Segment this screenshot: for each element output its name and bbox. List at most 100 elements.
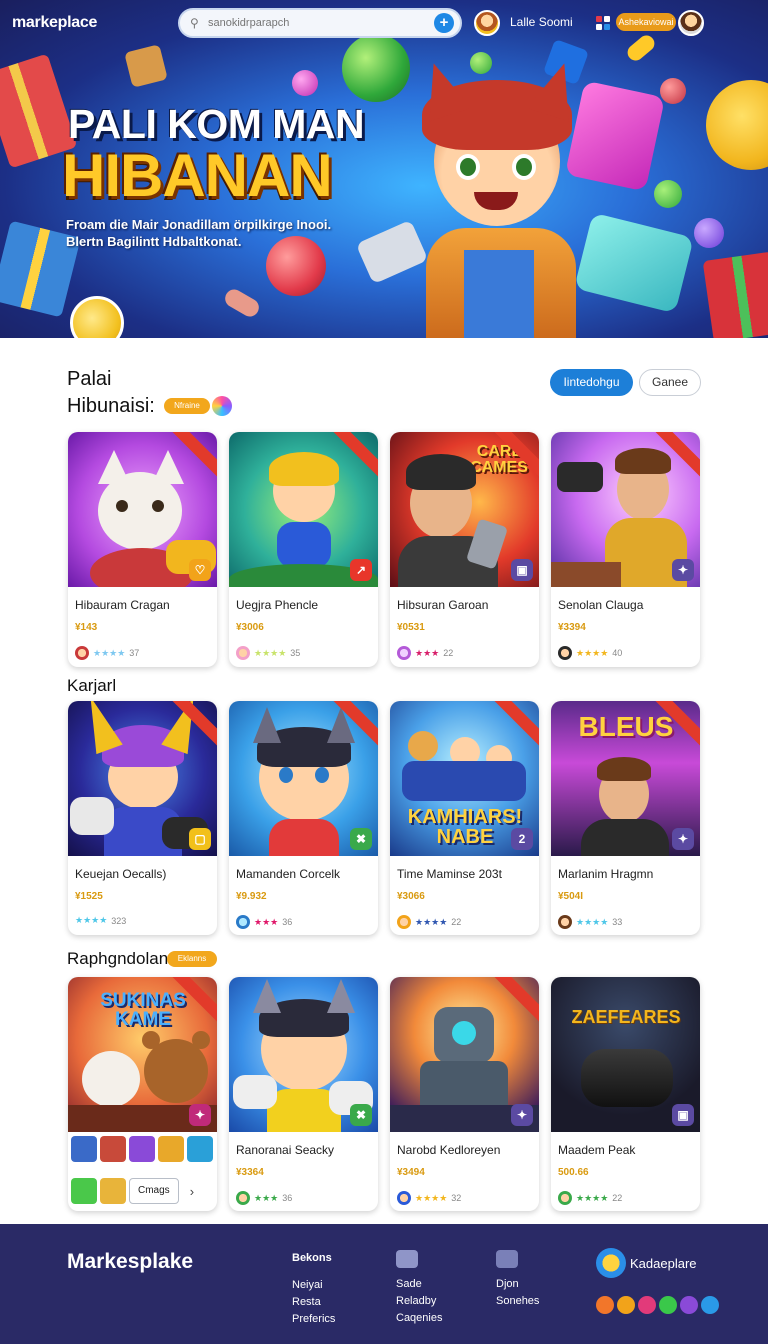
mini-thumbnail[interactable] [100, 1178, 126, 1204]
card-thumbnail[interactable]: ▢ [68, 701, 217, 856]
social-icon[interactable] [659, 1296, 677, 1314]
controller-icon [396, 1250, 418, 1268]
card-meta: ★★★ 22 [397, 646, 453, 660]
rating-count: 33 [612, 917, 623, 927]
card-title: Time Maminse 203t [397, 867, 502, 881]
rainbow-icon [212, 396, 232, 416]
more-images-button[interactable]: Cmags [129, 1178, 179, 1204]
footer-logo-text[interactable]: Kadaeplare [630, 1256, 697, 1271]
hero-banner: markeplace ⚲ + Lalle Soomi Ashekaviowai … [0, 0, 768, 338]
status-badge[interactable]: Ashekaviowai [616, 13, 676, 31]
rating-stars: ★★★★ [576, 1192, 609, 1203]
card-thumbnail[interactable]: ✦ [551, 432, 700, 587]
card-badge: ✖ [350, 828, 372, 850]
ball-icon [660, 78, 686, 104]
card-badge: ▣ [672, 1104, 694, 1126]
footer-link[interactable]: Djon [496, 1276, 539, 1293]
card-thumbnail[interactable]: ZAEFEARES ▣ [551, 977, 700, 1132]
search-icon: ⚲ [190, 16, 199, 30]
game-card[interactable]: SUKINAS KAME ✦ [68, 977, 217, 1211]
game-card[interactable]: BLEUS ✦ Marlanim Hragmn ¥504I ★★★★ 33 [551, 701, 700, 935]
social-icon[interactable] [680, 1296, 698, 1314]
game-card[interactable]: ✖ Mamanden Corcelk ¥9.932 ★★★ 36 [229, 701, 378, 935]
row-title-raphgndolan: Raphgndolan [67, 949, 169, 968]
card-price: ¥3006 [236, 622, 264, 633]
mini-thumbnail[interactable] [100, 1136, 126, 1162]
seller-avatar [397, 646, 411, 660]
profile-avatar[interactable] [678, 10, 704, 36]
footer-link[interactable]: Resta [292, 1294, 335, 1311]
card-thumbnail[interactable]: ✦ [390, 977, 539, 1132]
card-price: 500.66 [558, 1167, 589, 1178]
gift-box-icon [702, 251, 768, 338]
gamepad-icon [233, 1075, 277, 1109]
row-title-karjarl: Karjarl [67, 676, 117, 695]
footer-col-3: Djon Sonehes [496, 1250, 539, 1310]
card-thumbnail[interactable]: SUKINAS KAME ✦ [68, 977, 217, 1132]
game-card[interactable]: ✖ Ranoranai Seacky ¥3364 ★★★ 36 [229, 977, 378, 1211]
footer-brand[interactable]: Markesplake [67, 1250, 193, 1274]
card-title: Uegjra Phencle [236, 598, 319, 612]
app-logo[interactable]: markeplace [12, 14, 124, 32]
rating-count: 22 [443, 648, 454, 658]
card-meta: ★★★★ 37 [75, 646, 139, 660]
game-card[interactable]: CARL CAMES ▣ Hibsuran Garoan ¥0531 ★★★ 2… [390, 432, 539, 667]
footer-link[interactable]: Sade [396, 1276, 442, 1293]
card-meta: ★★★★ 35 [236, 646, 300, 660]
card-thumbnail[interactable]: ♡ [68, 432, 217, 587]
game-card[interactable]: KAMHIARS! NABE 2 Time Maminse 203t ¥3066… [390, 701, 539, 935]
social-links [596, 1296, 719, 1314]
rating-stars: ★★★★ [576, 647, 609, 658]
rating-count: 323 [111, 915, 127, 926]
apps-grid-icon[interactable] [596, 16, 610, 30]
card-thumbnail[interactable]: ↗ [229, 432, 378, 587]
chevron-right-icon[interactable]: › [190, 1184, 194, 1199]
card-meta: ★★★★ 323 [75, 915, 126, 926]
search-input[interactable] [208, 17, 434, 29]
footer-link[interactable]: Reladby [396, 1293, 442, 1310]
card-badge: ✦ [189, 1104, 211, 1126]
footer-link[interactable]: Neiyai [292, 1277, 335, 1294]
filter-secondary-button[interactable]: Ganee [639, 369, 701, 396]
card-title: Keuejan Oecalls) [75, 867, 167, 881]
rating-count: 32 [451, 1193, 462, 1203]
filter-primary-button[interactable]: Iintedohgu [550, 369, 633, 396]
rating-stars: ★★★ [415, 647, 440, 658]
game-card[interactable]: ✦ Senolan Clauga ¥3394 ★★★★ 40 [551, 432, 700, 667]
card-thumbnail[interactable]: KAMHIARS! NABE 2 [390, 701, 539, 856]
mini-thumbnail[interactable] [71, 1136, 97, 1162]
footer-link[interactable]: Preferics [292, 1311, 335, 1328]
section-heading: Palai [67, 368, 112, 390]
user-avatar[interactable] [474, 10, 500, 36]
game-card[interactable]: ✦ Narobd Kedloreyen ¥3494 ★★★★ 32 [390, 977, 539, 1211]
footer-link[interactable]: Caqenies [396, 1310, 442, 1327]
card-thumbnail[interactable]: ✖ [229, 701, 378, 856]
game-card[interactable]: ♡ Hibauram Cragan ¥143 ★★★★ 37 [68, 432, 217, 667]
social-icon[interactable] [596, 1296, 614, 1314]
card-thumbnail[interactable]: BLEUS ✦ [551, 701, 700, 856]
game-card[interactable]: ZAEFEARES ▣ Maadem Peak 500.66 ★★★★ 22 [551, 977, 700, 1211]
card-thumbnail[interactable]: ✖ [229, 977, 378, 1132]
social-icon[interactable] [638, 1296, 656, 1314]
footer-link[interactable]: Sonehes [496, 1293, 539, 1310]
mini-thumbnail[interactable] [187, 1136, 213, 1162]
rating-stars: ★★★★ [75, 915, 108, 925]
game-card[interactable]: ▢ Keuejan Oecalls) ¥1525 ★★★★ 323 [68, 701, 217, 935]
social-icon[interactable] [617, 1296, 635, 1314]
user-name[interactable]: Lalle Soomi [510, 15, 573, 29]
card-badge: ✖ [350, 1104, 372, 1126]
mini-thumbnail[interactable] [129, 1136, 155, 1162]
hero-subtitle: Froam die Mair Jonadillam örpilkirge Ino… [66, 217, 332, 249]
mini-thumbnail[interactable] [71, 1178, 97, 1204]
card-thumbnail[interactable]: CARL CAMES ▣ [390, 432, 539, 587]
card-badge: ↗ [350, 559, 372, 581]
card-price: ¥504I [558, 891, 584, 902]
search-bar[interactable]: ⚲ + [178, 8, 462, 38]
add-button[interactable]: + [434, 13, 454, 33]
mini-thumbnail[interactable] [158, 1136, 184, 1162]
card-meta: ★★★ 36 [236, 1191, 292, 1205]
seller-avatar [558, 915, 572, 929]
card-price: ¥0531 [397, 622, 425, 633]
social-icon[interactable] [701, 1296, 719, 1314]
game-card[interactable]: ↗ Uegjra Phencle ¥3006 ★★★★ 35 [229, 432, 378, 667]
